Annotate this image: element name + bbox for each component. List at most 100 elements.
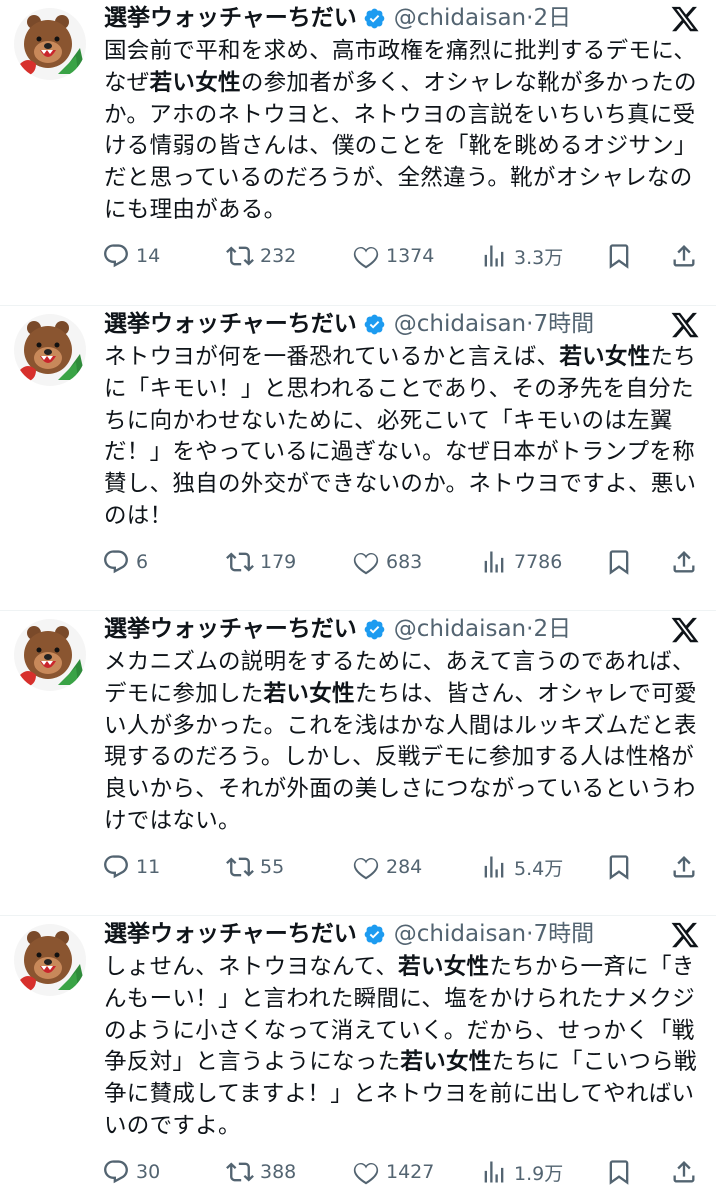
views-icon bbox=[484, 551, 504, 573]
tweet[interactable]: 選挙ウォッチャーちだい @chidaisan · 7時間 ネトウヨが何を一番恐れ… bbox=[0, 305, 716, 610]
x-logo-icon bbox=[671, 617, 699, 643]
highlighted-text: 若い女性 bbox=[149, 69, 241, 96]
tweet-text-segment: たちに「キモい！」と思われることであり、その矛先を自分たちに向かわせないために、… bbox=[104, 344, 697, 529]
reply-button[interactable]: 14 bbox=[102, 242, 160, 270]
separator-dot: · bbox=[526, 921, 534, 947]
retweet-button[interactable]: 388 bbox=[226, 1158, 296, 1186]
tweet-text: しょせん、ネトウヨなんて、若い女性たちから一斉に「きんもーい！」と言われた瞬間に… bbox=[104, 952, 700, 1143]
views-button[interactable]: 7786 bbox=[480, 548, 562, 576]
share-button[interactable] bbox=[670, 1158, 704, 1186]
bookmark-button[interactable] bbox=[605, 548, 639, 576]
retweet-count: 179 bbox=[260, 551, 297, 573]
retweet-button[interactable]: 179 bbox=[226, 548, 296, 576]
reply-count: 14 bbox=[136, 245, 161, 267]
avatar[interactable] bbox=[14, 314, 86, 386]
like-count: 1427 bbox=[386, 1161, 435, 1183]
highlighted-text: 若い女性 bbox=[398, 954, 490, 980]
like-button[interactable]: 1374 bbox=[352, 242, 434, 270]
share-icon bbox=[673, 1161, 695, 1183]
author-name[interactable]: 選挙ウォッチャーちだい bbox=[104, 0, 357, 36]
avatar[interactable] bbox=[14, 8, 86, 80]
like-button[interactable]: 683 bbox=[352, 548, 422, 576]
retweet-icon bbox=[226, 246, 254, 266]
highlighted-text: 若い女性 bbox=[559, 344, 651, 370]
verified-badge-icon bbox=[364, 8, 385, 28]
tweet-actions: 30 388 1427 1.9万 bbox=[100, 1156, 704, 1188]
reply-count: 11 bbox=[136, 856, 161, 878]
share-icon bbox=[673, 856, 695, 878]
separator-dot: · bbox=[526, 616, 534, 642]
like-button[interactable]: 284 bbox=[352, 853, 422, 881]
timestamp[interactable]: 7時間 bbox=[533, 306, 594, 342]
reply-button[interactable]: 30 bbox=[102, 1158, 160, 1186]
like-button[interactable]: 1427 bbox=[352, 1158, 434, 1186]
like-count: 284 bbox=[386, 856, 423, 878]
like-count: 1374 bbox=[386, 245, 435, 267]
views-button[interactable]: 3.3万 bbox=[480, 242, 563, 270]
share-button[interactable] bbox=[670, 548, 704, 576]
like-count: 683 bbox=[386, 551, 423, 573]
timestamp[interactable]: 7時間 bbox=[533, 916, 594, 952]
reply-button[interactable]: 6 bbox=[102, 548, 148, 576]
bookmark-icon bbox=[609, 244, 629, 269]
author-handle[interactable]: @chidaisan bbox=[394, 916, 526, 952]
tweet-text-segment: ネトウヨが何を一番恐れているかと言えば、 bbox=[104, 344, 560, 370]
author-name[interactable]: 選挙ウォッチャーちだい bbox=[104, 611, 357, 647]
tweet[interactable]: 選挙ウォッチャーちだい @chidaisan · 2日 国会前で平和を求め、高市… bbox=[0, 0, 716, 305]
bear-avatar-icon bbox=[14, 924, 86, 996]
x-logo-icon bbox=[671, 922, 699, 948]
author-handle[interactable]: @chidaisan bbox=[394, 0, 526, 36]
views-icon bbox=[484, 245, 504, 267]
heart-icon bbox=[353, 552, 379, 575]
bookmark-button[interactable] bbox=[605, 242, 639, 270]
bookmark-button[interactable] bbox=[605, 853, 639, 881]
retweet-button[interactable]: 232 bbox=[226, 242, 296, 270]
reply-count: 30 bbox=[136, 1161, 161, 1183]
timestamp[interactable]: 2日 bbox=[533, 611, 571, 647]
bookmark-icon bbox=[609, 1160, 629, 1185]
tweet-header: 選挙ウォッチャーちだい @chidaisan · 7時間 bbox=[104, 306, 594, 342]
bear-avatar-icon bbox=[14, 314, 86, 386]
highlighted-text: 若い女性 bbox=[263, 680, 355, 707]
retweet-icon bbox=[226, 857, 254, 877]
avatar[interactable] bbox=[14, 619, 86, 691]
reply-button[interactable]: 11 bbox=[102, 853, 160, 881]
verified-badge-icon bbox=[364, 619, 385, 639]
tweet[interactable]: 選挙ウォッチャーちだい @chidaisan · 7時間 しょせん、ネトウヨなん… bbox=[0, 915, 716, 1200]
tweet-actions: 14 232 1374 3.3万 bbox=[100, 240, 704, 272]
retweet-button[interactable]: 55 bbox=[226, 853, 284, 881]
retweet-icon bbox=[226, 552, 254, 572]
retweet-count: 232 bbox=[260, 245, 297, 267]
views-button[interactable]: 1.9万 bbox=[480, 1158, 563, 1186]
views-count: 5.4万 bbox=[514, 857, 564, 880]
views-count: 3.3万 bbox=[514, 246, 564, 269]
author-name[interactable]: 選挙ウォッチャーちだい bbox=[104, 916, 357, 952]
tweet[interactable]: 選挙ウォッチャーちだい @chidaisan · 2日 メカニズムの説明をするた… bbox=[0, 610, 716, 915]
views-button[interactable]: 5.4万 bbox=[480, 853, 563, 881]
highlighted-text: 若い女性 bbox=[400, 1049, 492, 1076]
x-logo-icon bbox=[671, 312, 699, 338]
author-handle[interactable]: @chidaisan bbox=[394, 611, 526, 647]
bookmark-icon bbox=[609, 550, 629, 575]
reply-icon bbox=[104, 855, 128, 879]
heart-icon bbox=[353, 1162, 379, 1185]
avatar[interactable] bbox=[14, 924, 86, 996]
heart-icon bbox=[353, 246, 379, 269]
tweet-actions: 11 55 284 5.4万 bbox=[100, 851, 704, 883]
tweet-text: ネトウヨが何を一番恐れているかと言えば、若い女性たちに「キモい！」と思われること… bbox=[104, 342, 700, 533]
share-icon bbox=[673, 245, 695, 267]
tweet-text-segment: しょせん、ネトウヨなんて、 bbox=[104, 954, 399, 980]
share-button[interactable] bbox=[670, 853, 704, 881]
author-name[interactable]: 選挙ウォッチャーちだい bbox=[104, 306, 357, 342]
reply-icon bbox=[104, 1160, 128, 1184]
timestamp[interactable]: 2日 bbox=[533, 0, 571, 36]
share-button[interactable] bbox=[670, 242, 704, 270]
author-handle[interactable]: @chidaisan bbox=[394, 306, 526, 342]
verified-badge-icon bbox=[364, 924, 385, 944]
x-logo-icon bbox=[671, 6, 699, 32]
separator-dot: · bbox=[526, 5, 534, 31]
bookmark-button[interactable] bbox=[605, 1158, 639, 1186]
tweet-text: メカニズムの説明をするために、あえて言うのであれば、デモに参加した若い女性たちは… bbox=[104, 647, 700, 838]
reply-icon bbox=[104, 244, 128, 268]
retweet-icon bbox=[226, 1162, 254, 1182]
